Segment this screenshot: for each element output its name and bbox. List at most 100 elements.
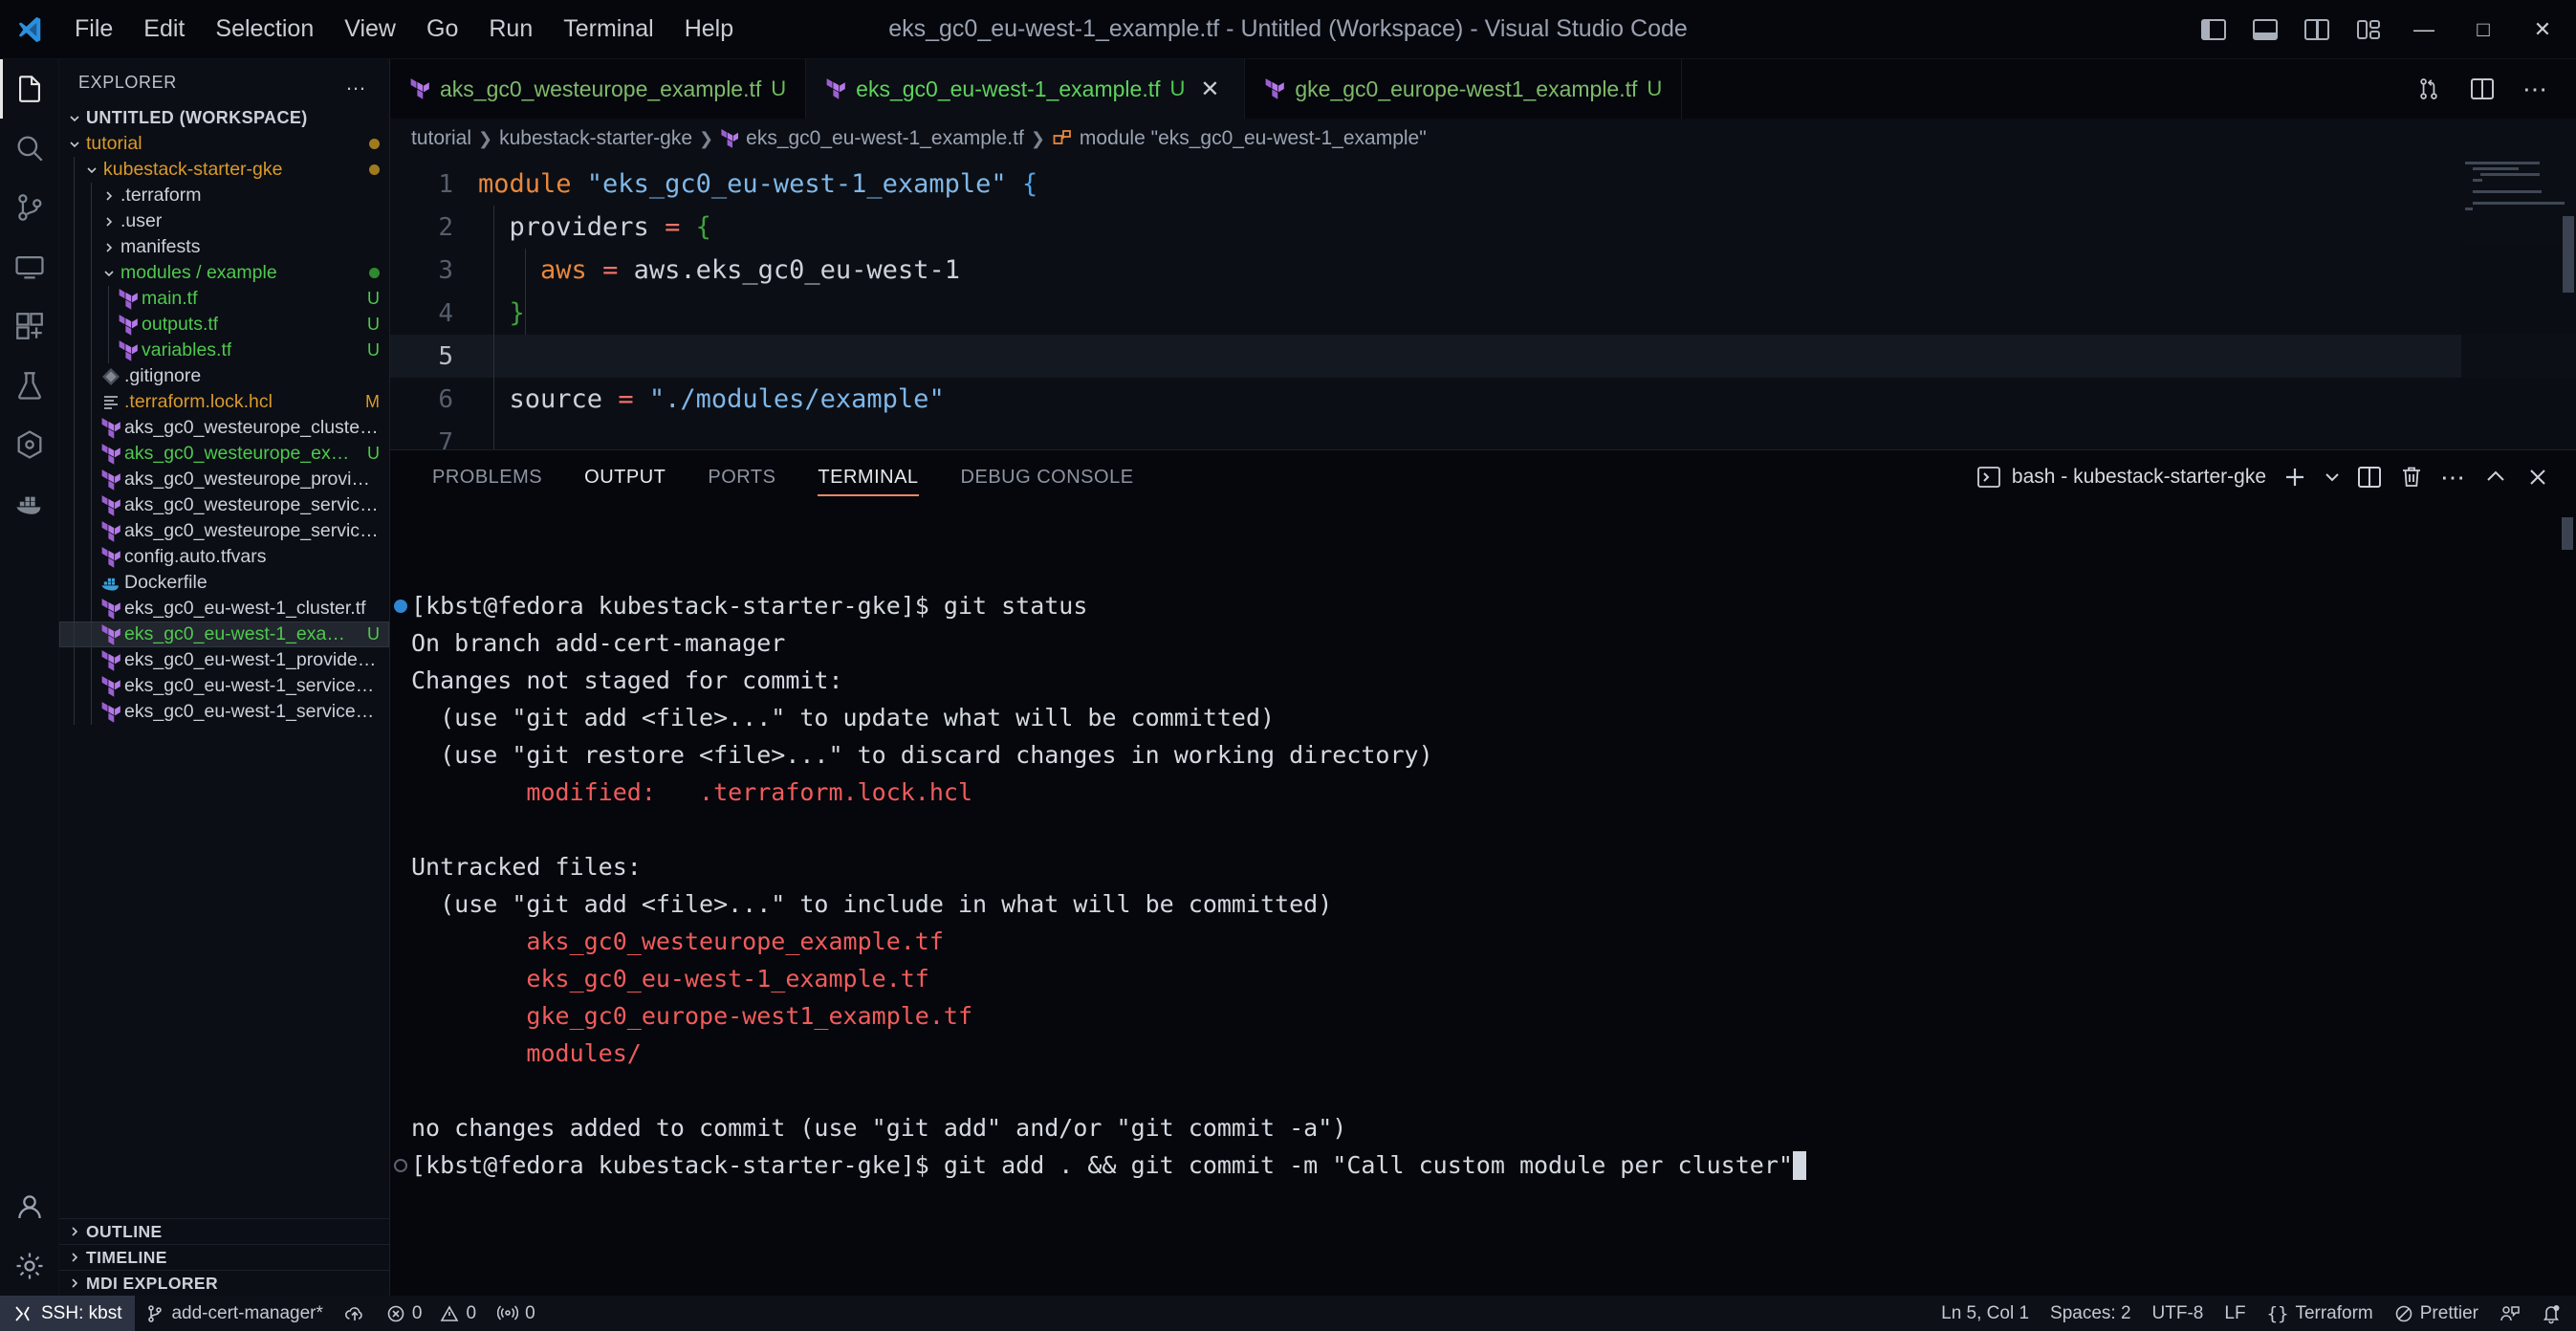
breadcrumb-item-file[interactable]: eks_gc0_eu-west-1_example.tf	[720, 127, 1024, 150]
menu-edit[interactable]: Edit	[128, 11, 200, 47]
sidebar-item-testing[interactable]	[0, 356, 59, 415]
tree-folder-row[interactable]: tutorial	[59, 131, 389, 157]
maximize-panel-icon[interactable]	[2475, 450, 2517, 504]
code-line[interactable]: 3 aws = aws.eks_gc0_eu-west-1	[390, 249, 2576, 292]
sidebar-item-search[interactable]	[0, 119, 59, 178]
close-icon[interactable]: ✕	[1194, 74, 1225, 104]
sidebar-item-kubernetes[interactable]	[0, 415, 59, 474]
terminal-selector[interactable]: bash - kubestack-starter-gke	[1976, 465, 2274, 490]
close-button[interactable]: ✕	[2513, 0, 2572, 59]
panel-more-actions-icon[interactable]: ⋯	[2433, 450, 2475, 504]
status-sync[interactable]	[334, 1296, 376, 1331]
new-terminal-icon[interactable]	[2274, 450, 2316, 504]
code-editor[interactable]: 1module "eks_gc0_eu-west-1_example" {2 p…	[390, 159, 2576, 449]
status-problems[interactable]: 0 0	[376, 1296, 487, 1331]
code-line[interactable]: 7	[390, 421, 2576, 449]
sidebar-more-actions-icon[interactable]: …	[345, 77, 368, 88]
toggle-panel-icon[interactable]	[2239, 0, 2291, 59]
code-line[interactable]: 5	[390, 335, 2576, 378]
panel-tab[interactable]: PORTS	[687, 450, 797, 504]
code-line[interactable]: 1module "eks_gc0_eu-west-1_example" {	[390, 163, 2576, 206]
editor-scrollbar-thumb[interactable]	[2563, 216, 2574, 293]
tree-file-row[interactable]: aks_gc0_westeurope_service_cert-mana…	[59, 492, 389, 518]
tree-file-row[interactable]: aks_gc0_westeurope_cluster.tf	[59, 415, 389, 441]
menu-help[interactable]: Help	[669, 11, 749, 47]
tree-root-workspace[interactable]: UNTITLED (WORKSPACE)	[59, 105, 389, 131]
tree-file-row[interactable]: Dockerfile	[59, 570, 389, 596]
file-tree[interactable]: UNTITLED (WORKSPACE) tutorialkubestack-s…	[59, 105, 389, 1218]
status-cursor-position[interactable]: Ln 5, Col 1	[1931, 1296, 2040, 1331]
sidebar-item-docker[interactable]	[0, 474, 59, 534]
sidebar-item-explorer[interactable]	[0, 59, 59, 119]
breadcrumb-item-symbol[interactable]: module "eks_gc0_eu-west-1_example"	[1052, 127, 1427, 150]
minimize-button[interactable]: —	[2394, 0, 2454, 59]
tree-folder-row[interactable]: .terraform	[59, 183, 389, 208]
tree-file-row[interactable]: eks_gc0_eu-west-1_service_nginx.tf	[59, 699, 389, 725]
status-eol[interactable]: LF	[2214, 1296, 2256, 1331]
status-remote-indicator[interactable]: SSH: kbst	[0, 1296, 135, 1331]
toggle-secondary-sidebar-icon[interactable]	[2291, 0, 2343, 59]
tree-file-row[interactable]: outputs.tfU	[59, 312, 389, 338]
menu-run[interactable]: Run	[473, 11, 548, 47]
split-editor-icon[interactable]	[2456, 59, 2509, 119]
tree-folder-row[interactable]: kubestack-starter-gke	[59, 157, 389, 183]
status-feedback[interactable]	[2489, 1296, 2531, 1331]
kill-terminal-trash-icon[interactable]	[2390, 450, 2433, 504]
editor-tab[interactable]: aks_gc0_westeurope_example.tfU	[390, 59, 806, 119]
sidebar-item-source-control[interactable]	[0, 178, 59, 237]
editor-vertical-scrollbar[interactable]	[2561, 159, 2576, 449]
code-line[interactable]: 4 }	[390, 292, 2576, 335]
menu-terminal[interactable]: Terminal	[548, 11, 668, 47]
menu-go[interactable]: Go	[411, 11, 473, 47]
more-actions-icon[interactable]: ⋯	[2509, 59, 2563, 119]
sidebar-section-outline[interactable]: OUTLINE	[59, 1218, 389, 1244]
chevron-right-icon[interactable]	[98, 189, 120, 203]
tree-file-row[interactable]: config.auto.tfvars	[59, 544, 389, 570]
tree-file-row[interactable]: aks_gc0_westeurope_providers.tf	[59, 467, 389, 492]
open-changes-icon[interactable]	[2402, 59, 2456, 119]
sidebar-item-extensions[interactable]	[0, 296, 59, 356]
menu-view[interactable]: View	[329, 11, 411, 47]
tree-folder-row[interactable]: manifests	[59, 234, 389, 260]
chevron-down-icon[interactable]	[80, 164, 103, 177]
menu-file[interactable]: File	[59, 11, 128, 47]
tree-file-row[interactable]: eks_gc0_eu-west-1_providers.tf	[59, 647, 389, 673]
editor-tab[interactable]: gke_gc0_europe-west1_example.tfU	[1245, 59, 1682, 119]
tree-file-row[interactable]: variables.tfU	[59, 338, 389, 363]
tree-file-row[interactable]: .gitignore	[59, 363, 389, 389]
chevron-right-icon[interactable]	[98, 241, 120, 254]
toggle-primary-sidebar-icon[interactable]	[2188, 0, 2239, 59]
panel-tab[interactable]: DEBUG CONSOLE	[940, 450, 1155, 504]
tree-file-row[interactable]: .terraform.lock.hclM	[59, 389, 389, 415]
status-indentation[interactable]: Spaces: 2	[2040, 1296, 2142, 1331]
tree-folder-row[interactable]: modules / example	[59, 260, 389, 286]
tree-file-row[interactable]: eks_gc0_eu-west-1_service_cert-manag…	[59, 673, 389, 699]
status-encoding[interactable]: UTF-8	[2142, 1296, 2215, 1331]
sidebar-section-mdi-explorer[interactable]: MDI EXPLORER	[59, 1270, 389, 1296]
status-notifications[interactable]	[2531, 1296, 2576, 1331]
chevron-down-icon[interactable]	[63, 112, 86, 125]
breadcrumb-item-tutorial[interactable]: tutorial	[411, 127, 471, 150]
chevron-right-icon[interactable]	[63, 1251, 86, 1264]
split-terminal-icon[interactable]	[2348, 450, 2390, 504]
chevron-right-icon[interactable]	[63, 1225, 86, 1238]
tree-folder-row[interactable]: .user	[59, 208, 389, 234]
status-ports[interactable]: 0	[487, 1296, 546, 1331]
tree-file-row[interactable]: aks_gc0_westeurope_example.tfU	[59, 441, 389, 467]
code-line[interactable]: 2 providers = {	[390, 206, 2576, 249]
customize-layout-icon[interactable]	[2343, 0, 2394, 59]
maximize-button[interactable]: □	[2454, 0, 2513, 59]
panel-tab[interactable]: PROBLEMS	[411, 450, 563, 504]
status-language-mode[interactable]: {} Terraform	[2257, 1296, 2384, 1331]
panel-tab[interactable]: TERMINAL	[797, 450, 939, 504]
tree-file-row[interactable]: eks_gc0_eu-west-1_cluster.tf	[59, 596, 389, 622]
gear-icon[interactable]	[0, 1236, 59, 1296]
chevron-right-icon[interactable]	[98, 215, 120, 229]
terminal-profile-chevron-down-icon[interactable]	[2316, 450, 2348, 504]
status-branch[interactable]: add-cert-manager*	[135, 1296, 333, 1331]
sidebar-item-remote-explorer[interactable]	[0, 237, 59, 296]
terminal-output[interactable]: [kbst@fedora kubestack-starter-gke]$ git…	[390, 504, 2576, 1296]
menu-selection[interactable]: Selection	[200, 11, 329, 47]
tree-file-row[interactable]: eks_gc0_eu-west-1_example.tfU	[59, 622, 389, 647]
status-formatter[interactable]: Prettier	[2384, 1296, 2489, 1331]
